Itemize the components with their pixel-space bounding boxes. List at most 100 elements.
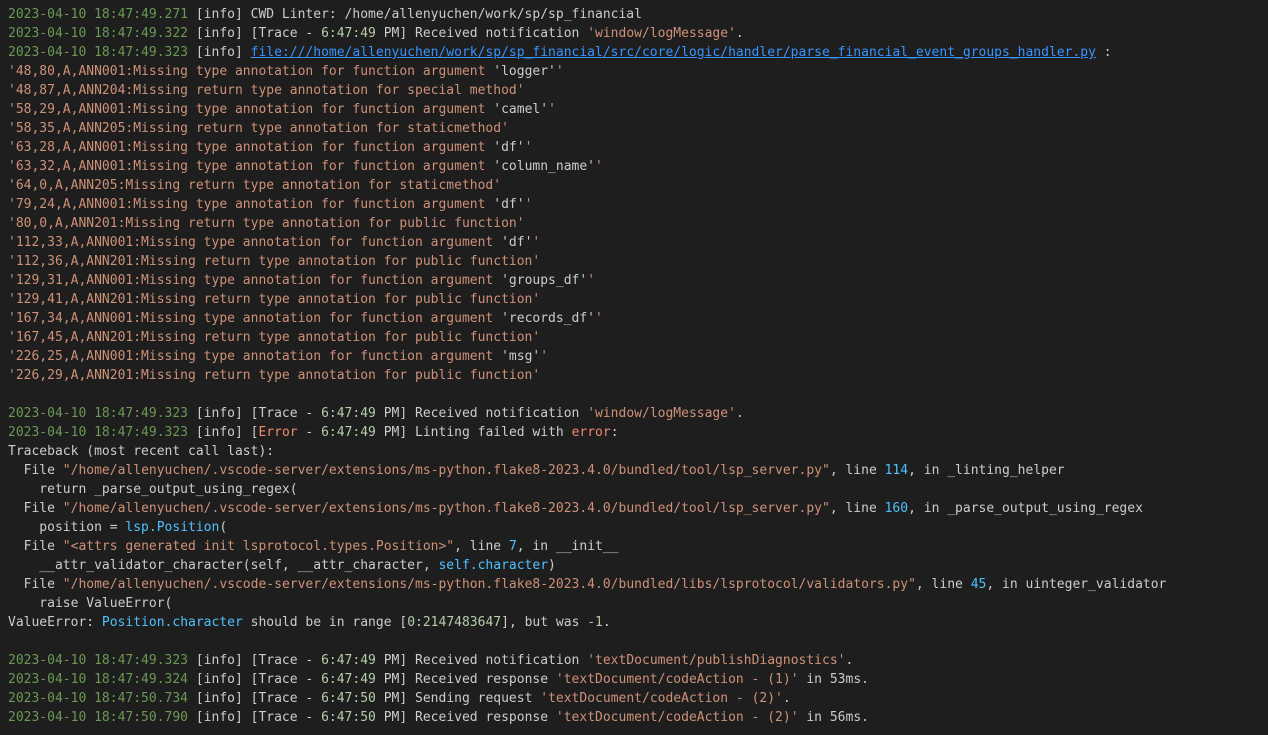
log-segment: 6:47:49	[321, 672, 376, 687]
log-segment: 'textDocument/codeAction - (2)'	[555, 710, 799, 725]
log-line: '129,41,A,ANN201:Missing return type ann…	[0, 290, 1268, 309]
log-segment: self.character	[438, 558, 549, 573]
log-line: File "/home/allenyuchen/.vscode-server/e…	[0, 461, 1268, 480]
log-line: Traceback (most recent call last):	[0, 442, 1268, 461]
log-line: __attr_validator_character(self, __attr_…	[0, 556, 1268, 575]
log-segment: error	[571, 425, 611, 440]
log-segment: Position.character	[101, 615, 243, 630]
log-segment: PM] Received response	[375, 672, 556, 687]
log-segment: [info] [	[188, 425, 259, 440]
log-segment: Traceback (most recent call last):	[8, 444, 275, 459]
log-segment: 2023-04-10 18:47:49.323	[8, 45, 189, 60]
log-segment: :	[610, 425, 619, 440]
log-segment: ValueError:	[8, 615, 102, 630]
log-segment: )	[548, 558, 556, 573]
log-segment: PM] Linting failed with	[375, 425, 572, 440]
log-segment: , in uinteger_validator	[986, 577, 1167, 592]
log-line: File "/home/allenyuchen/.vscode-server/e…	[0, 575, 1268, 594]
log-line: '226,25,A,ANN001:Missing type annotation…	[0, 347, 1268, 366]
log-segment: 6:47:50	[321, 691, 376, 706]
log-segment: PM] Received notification	[375, 653, 588, 668]
log-segment: 'df'	[493, 140, 525, 155]
log-segment: [info] [Trace -	[188, 672, 322, 687]
log-segment: '63,32,A,ANN001:Missing type annotation …	[8, 159, 494, 174]
log-segment: '58,29,A,ANN001:Missing type annotation …	[8, 102, 494, 117]
log-segment: [info] [Trace -	[188, 710, 322, 725]
log-segment: '	[532, 235, 541, 250]
file-link[interactable]: file:///home/allenyuchen/work/sp/sp_fina…	[251, 45, 1096, 60]
log-segment: PM] Received response	[375, 710, 556, 725]
log-segment: Error	[258, 425, 298, 440]
log-line: 2023-04-10 18:47:49.323 [info] file:///h…	[0, 43, 1268, 62]
log-segment: File	[8, 501, 63, 516]
log-segment: "/home/allenyuchen/.vscode-server/extens…	[62, 463, 830, 478]
log-line: return _parse_output_using_regex(	[0, 480, 1268, 499]
log-segment: File	[8, 539, 63, 554]
log-segment: '64,0,A,ANN205:Missing return type annot…	[8, 178, 502, 193]
log-line: 2023-04-10 18:47:49.324 [info] [Trace - …	[0, 670, 1268, 689]
log-segment: '	[555, 64, 564, 79]
log-segment: '	[524, 197, 533, 212]
log-segment: , line	[915, 577, 971, 592]
log-segment: 2023-04-10 18:47:50.790	[8, 710, 189, 725]
log-segment: 'records_df'	[501, 311, 596, 326]
log-line: 2023-04-10 18:47:50.790 [info] [Trace - …	[0, 708, 1268, 727]
log-line: '226,29,A,ANN201:Missing return type ann…	[0, 366, 1268, 385]
log-line: '79,24,A,ANN001:Missing type annotation …	[0, 195, 1268, 214]
log-segment: raise ValueError(	[8, 596, 173, 611]
log-segment: 2023-04-10 18:47:49.324	[8, 672, 189, 687]
log-segment: '112,36,A,ANN201:Missing return type ann…	[8, 254, 541, 269]
log-segment: '	[587, 273, 596, 288]
log-segment: '112,33,A,ANN001:Missing type annotation…	[8, 235, 502, 250]
log-line: position = lsp.Position(	[0, 518, 1268, 537]
log-segment: :	[1095, 45, 1112, 60]
log-line: File "/home/allenyuchen/.vscode-server/e…	[0, 499, 1268, 518]
log-line: 2023-04-10 18:47:49.323 [info] [Trace - …	[0, 404, 1268, 423]
log-line: '167,34,A,ANN001:Missing type annotation…	[0, 309, 1268, 328]
log-segment: 2023-04-10 18:47:50.734	[8, 691, 189, 706]
log-segment: 'df'	[493, 197, 525, 212]
log-segment: '	[548, 102, 556, 117]
log-segment: '	[524, 140, 533, 155]
log-line: 2023-04-10 18:47:49.322 [info] [Trace - …	[0, 24, 1268, 43]
log-segment: 'column_name'	[493, 159, 596, 174]
log-segment: .	[782, 691, 791, 706]
log-segment: [info] [Trace -	[188, 26, 322, 41]
log-segment: '	[595, 311, 603, 326]
log-segment: 2023-04-10 18:47:49.323	[8, 653, 189, 668]
log-segment: return _parse_output_using_regex(	[8, 482, 298, 497]
log-segment: '	[595, 159, 603, 174]
log-segment: .	[845, 653, 854, 668]
log-line: ValueError: Position.character should be…	[0, 613, 1268, 632]
log-line: '129,31,A,ANN001:Missing type annotation…	[0, 271, 1268, 290]
log-segment: .	[735, 26, 744, 41]
log-segment: 0	[407, 615, 416, 630]
log-line: '112,36,A,ANN201:Missing return type ann…	[0, 252, 1268, 271]
log-segment: '129,41,A,ANN201:Missing return type ann…	[8, 292, 541, 307]
log-segment: , line	[829, 501, 885, 516]
log-segment: ], but was	[501, 615, 588, 630]
log-segment: '58,35,A,ANN205:Missing return type anno…	[8, 121, 509, 136]
log-line: '48,87,A,ANN204:Missing return type anno…	[0, 81, 1268, 100]
log-segment: should be in range [	[242, 615, 408, 630]
log-line: '112,33,A,ANN001:Missing type annotation…	[0, 233, 1268, 252]
log-segment: 2023-04-10 18:47:49.322	[8, 26, 189, 41]
log-segment: '226,25,A,ANN001:Missing type annotation…	[8, 349, 502, 364]
log-segment: 6:47:49	[321, 26, 376, 41]
log-segment: 'textDocument/codeAction - (2)'	[540, 691, 783, 706]
log-line: '80,0,A,ANN201:Missing return type annot…	[0, 214, 1268, 233]
log-segment: PM] Sending request	[375, 691, 541, 706]
log-segment: .	[735, 406, 744, 421]
log-line: 2023-04-10 18:47:50.734 [info] [Trace - …	[0, 689, 1268, 708]
log-segment: 'camel'	[493, 102, 549, 117]
log-segment: in 53ms.	[798, 672, 869, 687]
log-segment: 'window/logMessage'	[587, 406, 736, 421]
log-segment: [info]	[188, 45, 251, 60]
log-segment: -	[297, 425, 322, 440]
log-segment: "/home/allenyuchen/.vscode-server/extens…	[62, 577, 916, 592]
log-segment: "<attrs generated init lsprotocol.types.…	[62, 539, 455, 554]
log-segment: [info] CWD Linter: /home/allenyuchen/wor…	[188, 7, 642, 22]
log-segment: 'window/logMessage'	[587, 26, 736, 41]
log-segment: , line	[829, 463, 885, 478]
